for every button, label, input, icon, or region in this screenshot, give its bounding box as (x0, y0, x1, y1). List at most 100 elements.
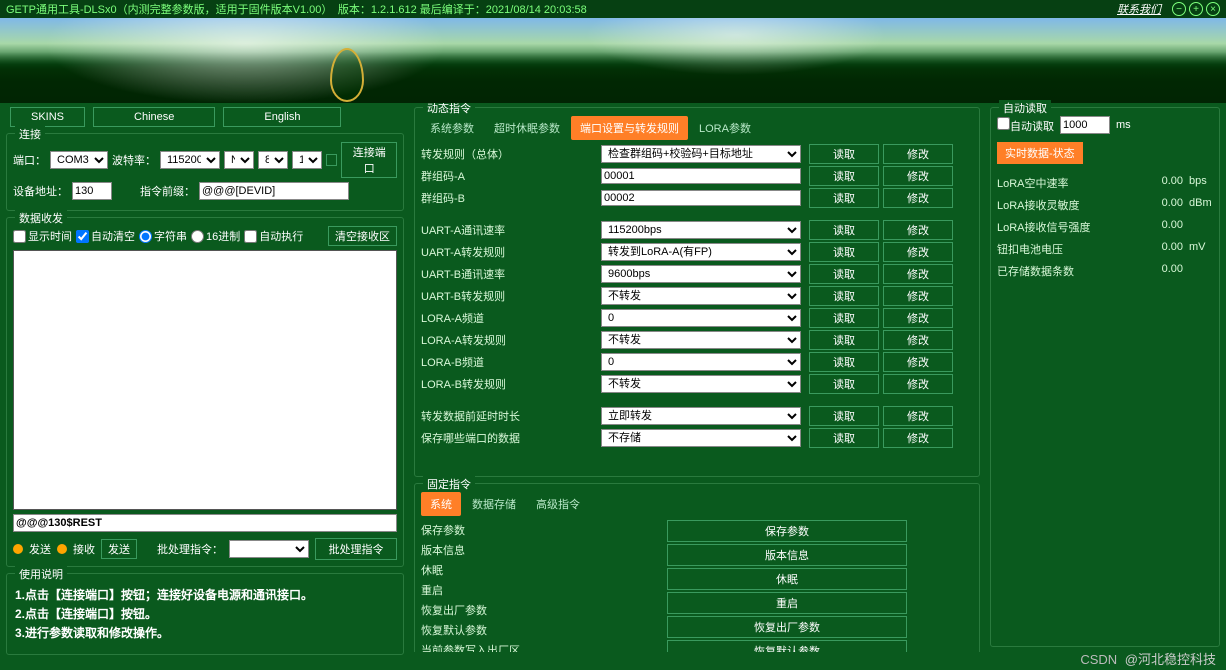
param-select[interactable]: 检查群组码+校验码+目标地址 (601, 145, 801, 163)
charmode-radio[interactable]: 字符串 (139, 228, 187, 244)
title-bar: GETP通用工具-DLSx0（内测完整参数版，适用于固件版本V1.00） 版本：… (0, 0, 1226, 18)
read-button[interactable]: 读取 (809, 308, 879, 328)
minimize-icon[interactable]: − (1172, 2, 1186, 16)
tab-system[interactable]: 系统参数 (421, 116, 483, 140)
tab-port-forward[interactable]: 端口设置与转发规则 (571, 116, 688, 140)
param-input-text[interactable] (601, 168, 801, 184)
write-button[interactable]: 修改 (883, 374, 953, 394)
write-button[interactable]: 修改 (883, 286, 953, 306)
close-icon[interactable]: × (1206, 2, 1220, 16)
auto-read-group: 自动读取 自动读取 ms 实时数据-状态 LoRA空中速率0.00bpsLoRA… (990, 107, 1220, 647)
tab-lora[interactable]: LORA参数 (690, 116, 760, 140)
tab-sleep[interactable]: 超时休眠参数 (485, 116, 569, 140)
prefix-input[interactable] (199, 182, 349, 200)
param-label: 保存哪些端口的数据 (421, 430, 601, 446)
param-label: LORA-A频道 (421, 310, 601, 326)
tab-fixed-system[interactable]: 系统 (421, 492, 461, 516)
metric-row: LoRA接收灵敏度0.00dBm (997, 194, 1213, 216)
chinese-button[interactable]: Chinese (93, 107, 215, 127)
english-button[interactable]: English (223, 107, 341, 127)
param-row: LORA-B频道0读取修改 (421, 352, 973, 372)
autoread-check[interactable]: 自动读取 (997, 117, 1054, 134)
param-input-text[interactable] (601, 190, 801, 206)
metric-label: LoRA接收灵敏度 (997, 197, 1143, 213)
write-button[interactable]: 修改 (883, 144, 953, 164)
contact-link[interactable]: 联系我们 (1117, 1, 1161, 17)
autoclear-check[interactable]: 自动清空 (76, 228, 135, 244)
maximize-icon[interactable]: + (1189, 2, 1203, 16)
write-button[interactable]: 修改 (883, 428, 953, 448)
autorun-check[interactable]: 自动执行 (244, 228, 303, 244)
read-button[interactable]: 读取 (809, 166, 879, 186)
param-select[interactable]: 转发到LoRA-A(有FP) (601, 243, 801, 261)
interval-input[interactable] (1060, 116, 1110, 134)
batch-button[interactable]: 批处理指令 (315, 538, 397, 560)
write-button[interactable]: 修改 (883, 406, 953, 426)
write-button[interactable]: 修改 (883, 242, 953, 262)
connect-button[interactable]: 连接端口 (341, 142, 397, 178)
skins-button[interactable]: SKINS (10, 107, 85, 127)
fixed-cmd-button[interactable]: 版本信息 (667, 544, 907, 566)
param-label: 群组码-A (421, 168, 601, 184)
write-button[interactable]: 修改 (883, 352, 953, 372)
read-button[interactable]: 读取 (809, 220, 879, 240)
param-select[interactable]: 立即转发 (601, 407, 801, 425)
read-button[interactable]: 读取 (809, 144, 879, 164)
fixed-cmd-label: 重启 (421, 580, 601, 600)
param-select[interactable]: 0 (601, 309, 801, 327)
fixed-cmd-label: 保存参数 (421, 520, 601, 540)
read-button[interactable]: 读取 (809, 330, 879, 350)
param-select[interactable]: 0 (601, 353, 801, 371)
clear-rx-button[interactable]: 清空接收区 (328, 226, 397, 246)
read-button[interactable]: 读取 (809, 428, 879, 448)
databits-select[interactable]: 8 (258, 151, 288, 169)
fixed-cmd-button[interactable]: 保存参数 (667, 520, 907, 542)
fixed-cmd-button[interactable]: 恢复出厂参数 (667, 616, 907, 638)
param-label: 群组码-B (421, 190, 601, 206)
param-row: 转发规则（总体）检查群组码+校验码+目标地址读取修改 (421, 144, 973, 164)
fixed-cmd-label: 休眠 (421, 560, 601, 580)
param-select[interactable]: 不转发 (601, 287, 801, 305)
read-button[interactable]: 读取 (809, 374, 879, 394)
dynamic-cmd-group: 动态指令 系统参数 超时休眠参数 端口设置与转发规则 LORA参数 转发规则（总… (414, 107, 980, 477)
showtime-check[interactable]: 显示时间 (13, 228, 72, 244)
param-select[interactable]: 不存储 (601, 429, 801, 447)
write-button[interactable]: 修改 (883, 188, 953, 208)
fixed-cmd-label: 恢复出厂参数 (421, 600, 601, 620)
rx-textarea[interactable] (13, 250, 397, 510)
fixed-cmd-button[interactable]: 重启 (667, 592, 907, 614)
param-select[interactable]: 115200bps (601, 221, 801, 239)
hexmode-radio[interactable]: 16进制 (191, 228, 240, 244)
send-button[interactable]: 发送 (101, 539, 137, 559)
fixed-cmd-button[interactable]: 休眠 (667, 568, 907, 590)
read-button[interactable]: 读取 (809, 352, 879, 372)
addr-input[interactable] (72, 182, 112, 200)
dynamic-tabs: 系统参数 超时休眠参数 端口设置与转发规则 LORA参数 (421, 116, 973, 140)
param-select[interactable]: 不转发 (601, 331, 801, 349)
read-button[interactable]: 读取 (809, 188, 879, 208)
author-label: @河北稳控科技 (1125, 652, 1216, 667)
port-select[interactable]: COM3 (50, 151, 108, 169)
fixed-cmd-legend: 固定指令 (423, 476, 475, 492)
read-button[interactable]: 读取 (809, 406, 879, 426)
param-select[interactable]: 不转发 (601, 375, 801, 393)
stopbits-select[interactable]: 1 (292, 151, 322, 169)
metric-unit: dBm (1183, 197, 1213, 213)
prefix-label: 指令前缀： (140, 183, 195, 199)
tab-fixed-storage[interactable]: 数据存储 (463, 492, 525, 516)
write-button[interactable]: 修改 (883, 308, 953, 328)
parity-select[interactable]: N (224, 151, 254, 169)
write-button[interactable]: 修改 (883, 264, 953, 284)
tab-fixed-advanced[interactable]: 高级指令 (527, 492, 589, 516)
write-button[interactable]: 修改 (883, 220, 953, 240)
baud-select[interactable]: 115200 (160, 151, 220, 169)
write-button[interactable]: 修改 (883, 166, 953, 186)
param-select[interactable]: 9600bps (601, 265, 801, 283)
read-button[interactable]: 读取 (809, 286, 879, 306)
cmd-input[interactable] (13, 514, 397, 532)
read-button[interactable]: 读取 (809, 242, 879, 262)
read-button[interactable]: 读取 (809, 264, 879, 284)
write-button[interactable]: 修改 (883, 330, 953, 350)
fixed-cmd-button[interactable]: 恢复默认参数 (667, 640, 907, 652)
batch-select[interactable] (229, 540, 309, 558)
